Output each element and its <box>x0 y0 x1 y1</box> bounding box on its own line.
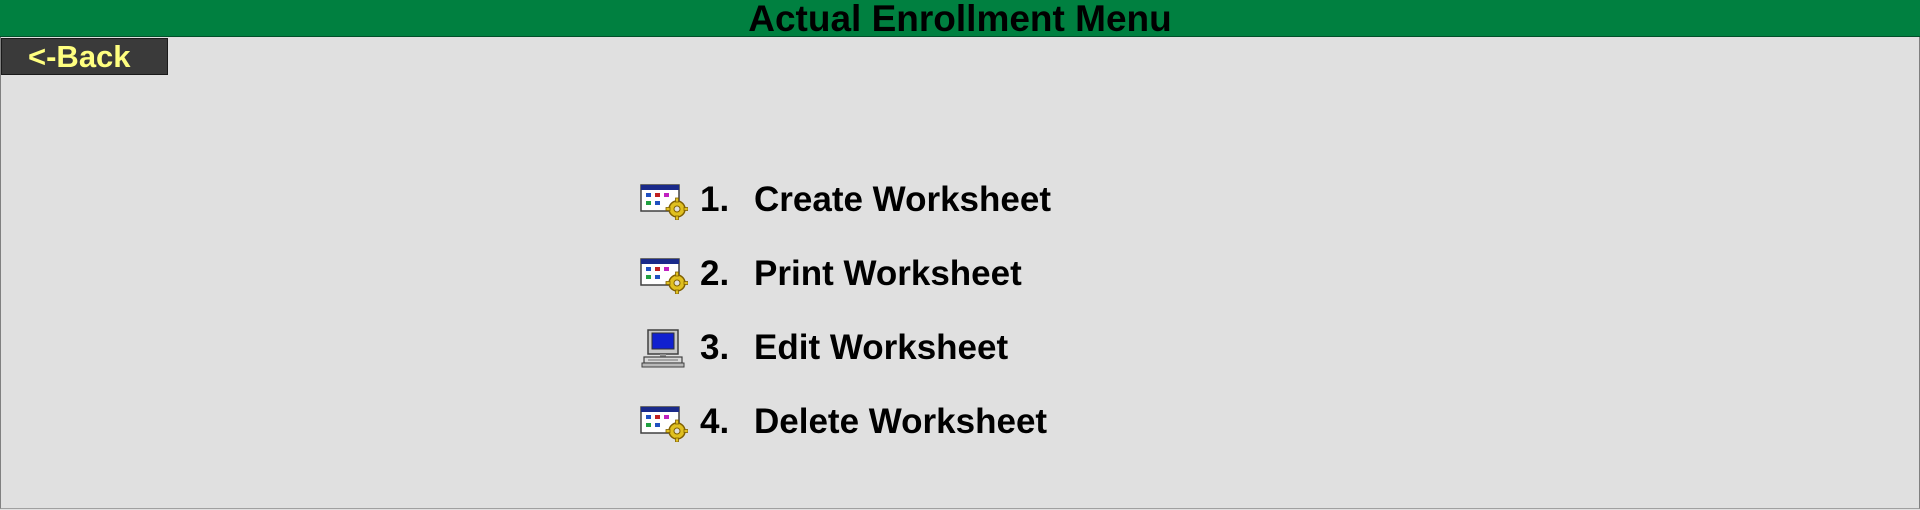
menu-item-label: Create Worksheet <box>754 180 1051 219</box>
menu-item-print-worksheet[interactable]: 2. Print Worksheet <box>640 254 1051 295</box>
menu-item-number: 1. <box>700 180 730 219</box>
menu-item-label: Delete Worksheet <box>754 402 1048 441</box>
menu-item-label: Edit Worksheet <box>754 328 1009 367</box>
worksheet-menu: 1. Create Worksheet 2. Print Worksheet 3… <box>640 180 1051 476</box>
menu-item-create-worksheet[interactable]: 1. Create Worksheet <box>640 180 1051 221</box>
menu-item-label: Print Worksheet <box>754 254 1022 293</box>
menu-item-number: 2. <box>700 254 730 293</box>
menu-item-delete-worksheet[interactable]: 4. Delete Worksheet <box>640 402 1051 443</box>
title-bar: Actual Enrollment Menu <box>0 0 1920 37</box>
menu-item-edit-worksheet[interactable]: 3. Edit Worksheet <box>640 328 1051 368</box>
back-button[interactable]: <-Back <box>1 38 168 75</box>
window-gear-icon <box>640 254 689 295</box>
page-title: Actual Enrollment Menu <box>748 0 1172 39</box>
computer-icon <box>640 328 688 368</box>
window-gear-icon <box>640 180 689 221</box>
window-gear-icon <box>640 402 689 443</box>
menu-item-number: 4. <box>700 402 730 441</box>
menu-item-number: 3. <box>700 328 730 367</box>
